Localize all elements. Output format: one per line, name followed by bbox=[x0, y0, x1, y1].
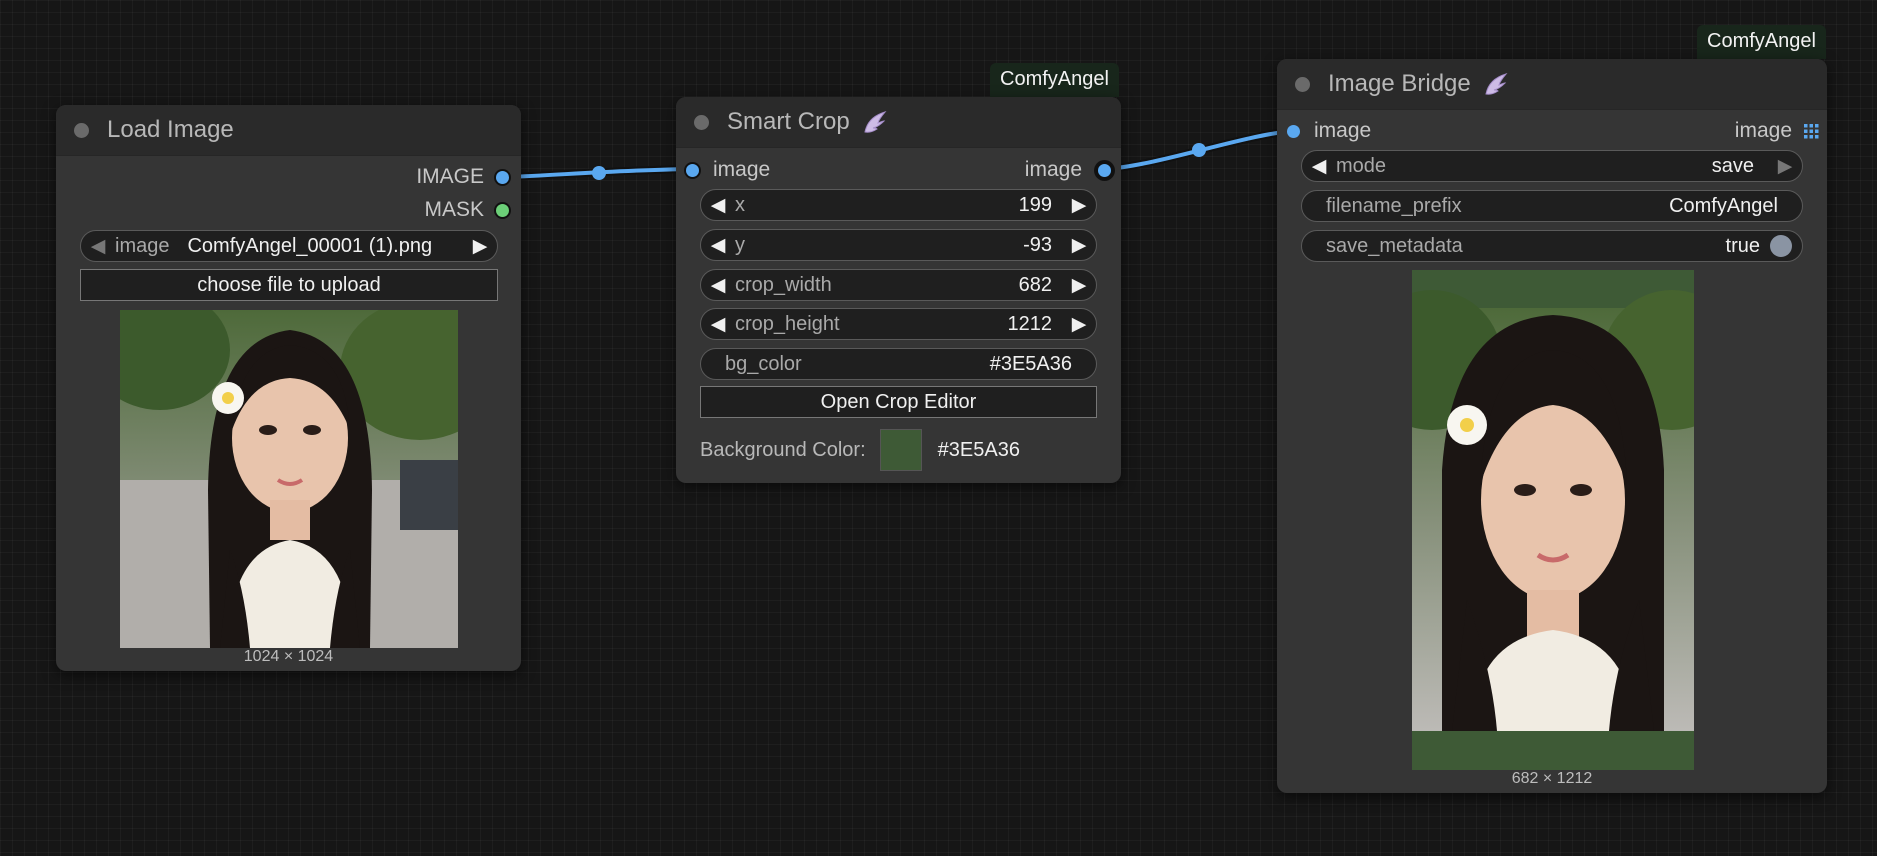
input-slot[interactable] bbox=[1287, 124, 1300, 138]
image-combo-widget[interactable]: ◀ image ComfyAngel_00001 (1).png ▶ bbox=[80, 230, 498, 262]
output-image[interactable]: image bbox=[1735, 116, 1819, 146]
widget-label: x bbox=[735, 193, 745, 216]
widget-label: filename_prefix bbox=[1326, 194, 1462, 217]
widget-value: #3E5A36 bbox=[989, 352, 1072, 375]
input-label: image bbox=[713, 158, 771, 181]
node-header[interactable]: Image Bridge bbox=[1277, 59, 1827, 110]
widget-value: true bbox=[1725, 234, 1760, 257]
load-image-node[interactable]: Load Image IMAGE MASK ◀ image ComfyAngel… bbox=[56, 105, 521, 671]
output-label: image bbox=[1024, 158, 1082, 181]
node-title: Load Image bbox=[107, 116, 234, 143]
output-label: IMAGE bbox=[416, 165, 484, 188]
image-bridge-node[interactable]: Image Bridge image image ◀ mode save ▶ f… bbox=[1277, 59, 1827, 793]
link-midpoint bbox=[592, 166, 606, 180]
widget-value: 1212 bbox=[1007, 312, 1053, 335]
link-load-to-crop bbox=[507, 165, 693, 181]
link-crop-to-bridge bbox=[1105, 127, 1293, 173]
arrow-left-icon[interactable]: ◀ bbox=[701, 274, 735, 297]
y-widget[interactable]: ◀ y -93 ▶ bbox=[700, 229, 1097, 261]
bg-color-widget[interactable]: bg_color #3E5A36 bbox=[700, 348, 1097, 380]
arrow-right-icon[interactable]: ▶ bbox=[1062, 234, 1096, 257]
widget-value: save bbox=[1711, 154, 1754, 177]
arrow-right-icon[interactable]: ▶ bbox=[1062, 274, 1096, 297]
filename-prefix-widget[interactable]: filename_prefix ComfyAngel bbox=[1301, 190, 1803, 222]
node-header[interactable]: Load Image bbox=[56, 105, 521, 156]
link-midpoint bbox=[1192, 143, 1206, 157]
widget-label: mode bbox=[1336, 154, 1387, 177]
arrow-right-icon[interactable]: ▶ bbox=[463, 235, 497, 258]
widget-label: y bbox=[735, 233, 745, 256]
widget-value: ComfyAngel bbox=[1669, 194, 1778, 217]
arrow-right-icon[interactable]: ▶ bbox=[1062, 194, 1096, 217]
node-title: Smart Crop bbox=[727, 108, 850, 135]
output-slot[interactable] bbox=[496, 170, 509, 184]
status-dot[interactable] bbox=[74, 122, 89, 138]
grid-icon[interactable] bbox=[1804, 123, 1819, 139]
widget-label: image bbox=[115, 234, 170, 257]
arrow-left-icon[interactable]: ◀ bbox=[1302, 155, 1336, 178]
image-preview bbox=[1412, 270, 1694, 770]
node-header[interactable]: Smart Crop bbox=[676, 97, 1121, 148]
smart-crop-node[interactable]: Smart Crop image image ◀ x 199 ▶ ◀ y -93… bbox=[676, 97, 1121, 483]
node-badge: ComfyAngel bbox=[1697, 25, 1826, 59]
arrow-left-icon[interactable]: ◀ bbox=[701, 313, 735, 336]
input-slot[interactable] bbox=[686, 163, 699, 177]
output-image[interactable]: IMAGE bbox=[416, 162, 509, 192]
widget-label: crop_width bbox=[735, 273, 832, 296]
widget-value: ComfyAngel_00001 (1).png bbox=[187, 234, 433, 257]
open-crop-editor-button[interactable]: Open Crop Editor bbox=[700, 386, 1097, 418]
input-image[interactable]: image bbox=[1287, 116, 1371, 146]
node-badge: ComfyAngel bbox=[990, 63, 1119, 97]
node-title: Image Bridge bbox=[1328, 70, 1471, 97]
arrow-left-icon[interactable]: ◀ bbox=[701, 194, 735, 217]
widget-value: 682 bbox=[1018, 273, 1052, 296]
image-preview bbox=[120, 310, 458, 648]
widget-label: save_metadata bbox=[1326, 234, 1463, 257]
arrow-left-icon[interactable]: ◀ bbox=[701, 234, 735, 257]
arrow-right-icon[interactable]: ▶ bbox=[1768, 155, 1802, 178]
preview-caption: 682 × 1212 bbox=[1511, 770, 1593, 787]
output-label: MASK bbox=[424, 198, 484, 221]
widget-value: 199 bbox=[1018, 193, 1052, 216]
widget-value: -93 bbox=[1023, 233, 1052, 256]
toggle-knob[interactable] bbox=[1770, 235, 1792, 257]
x-widget[interactable]: ◀ x 199 ▶ bbox=[700, 189, 1097, 221]
output-label: image bbox=[1734, 119, 1792, 142]
output-image[interactable]: image bbox=[1025, 155, 1113, 185]
cropped-portrait-photo bbox=[1412, 290, 1694, 731]
preview-caption: 1024 × 1024 bbox=[243, 648, 334, 665]
widget-label: bg_color bbox=[725, 352, 802, 375]
upload-button[interactable]: choose file to upload bbox=[80, 269, 498, 301]
arrow-right-icon[interactable]: ▶ bbox=[1062, 313, 1096, 336]
background-color-label: Background Color: bbox=[700, 438, 866, 461]
output-slot[interactable] bbox=[1096, 161, 1113, 179]
output-slot[interactable] bbox=[496, 203, 509, 217]
output-mask[interactable]: MASK bbox=[424, 195, 509, 225]
save-metadata-toggle[interactable]: save_metadata true bbox=[1301, 230, 1803, 262]
mode-widget[interactable]: ◀ mode save ▶ bbox=[1301, 150, 1803, 182]
background-color-row: Background Color: #3E5A36 bbox=[700, 429, 1020, 471]
crop-height-widget[interactable]: ◀ crop_height 1212 ▶ bbox=[700, 308, 1097, 340]
color-swatch[interactable] bbox=[879, 429, 922, 471]
crop-width-widget[interactable]: ◀ crop_width 682 ▶ bbox=[700, 269, 1097, 301]
portrait-photo bbox=[120, 310, 458, 648]
wing-icon bbox=[1483, 71, 1509, 97]
input-image[interactable]: image bbox=[686, 155, 770, 185]
wing-icon bbox=[862, 109, 888, 135]
widget-label: crop_height bbox=[735, 312, 840, 335]
status-dot[interactable] bbox=[1295, 76, 1310, 92]
input-label: image bbox=[1314, 119, 1372, 142]
status-dot[interactable] bbox=[694, 114, 709, 130]
background-color-value: #3E5A36 bbox=[937, 438, 1020, 461]
arrow-left-icon[interactable]: ◀ bbox=[81, 235, 115, 258]
